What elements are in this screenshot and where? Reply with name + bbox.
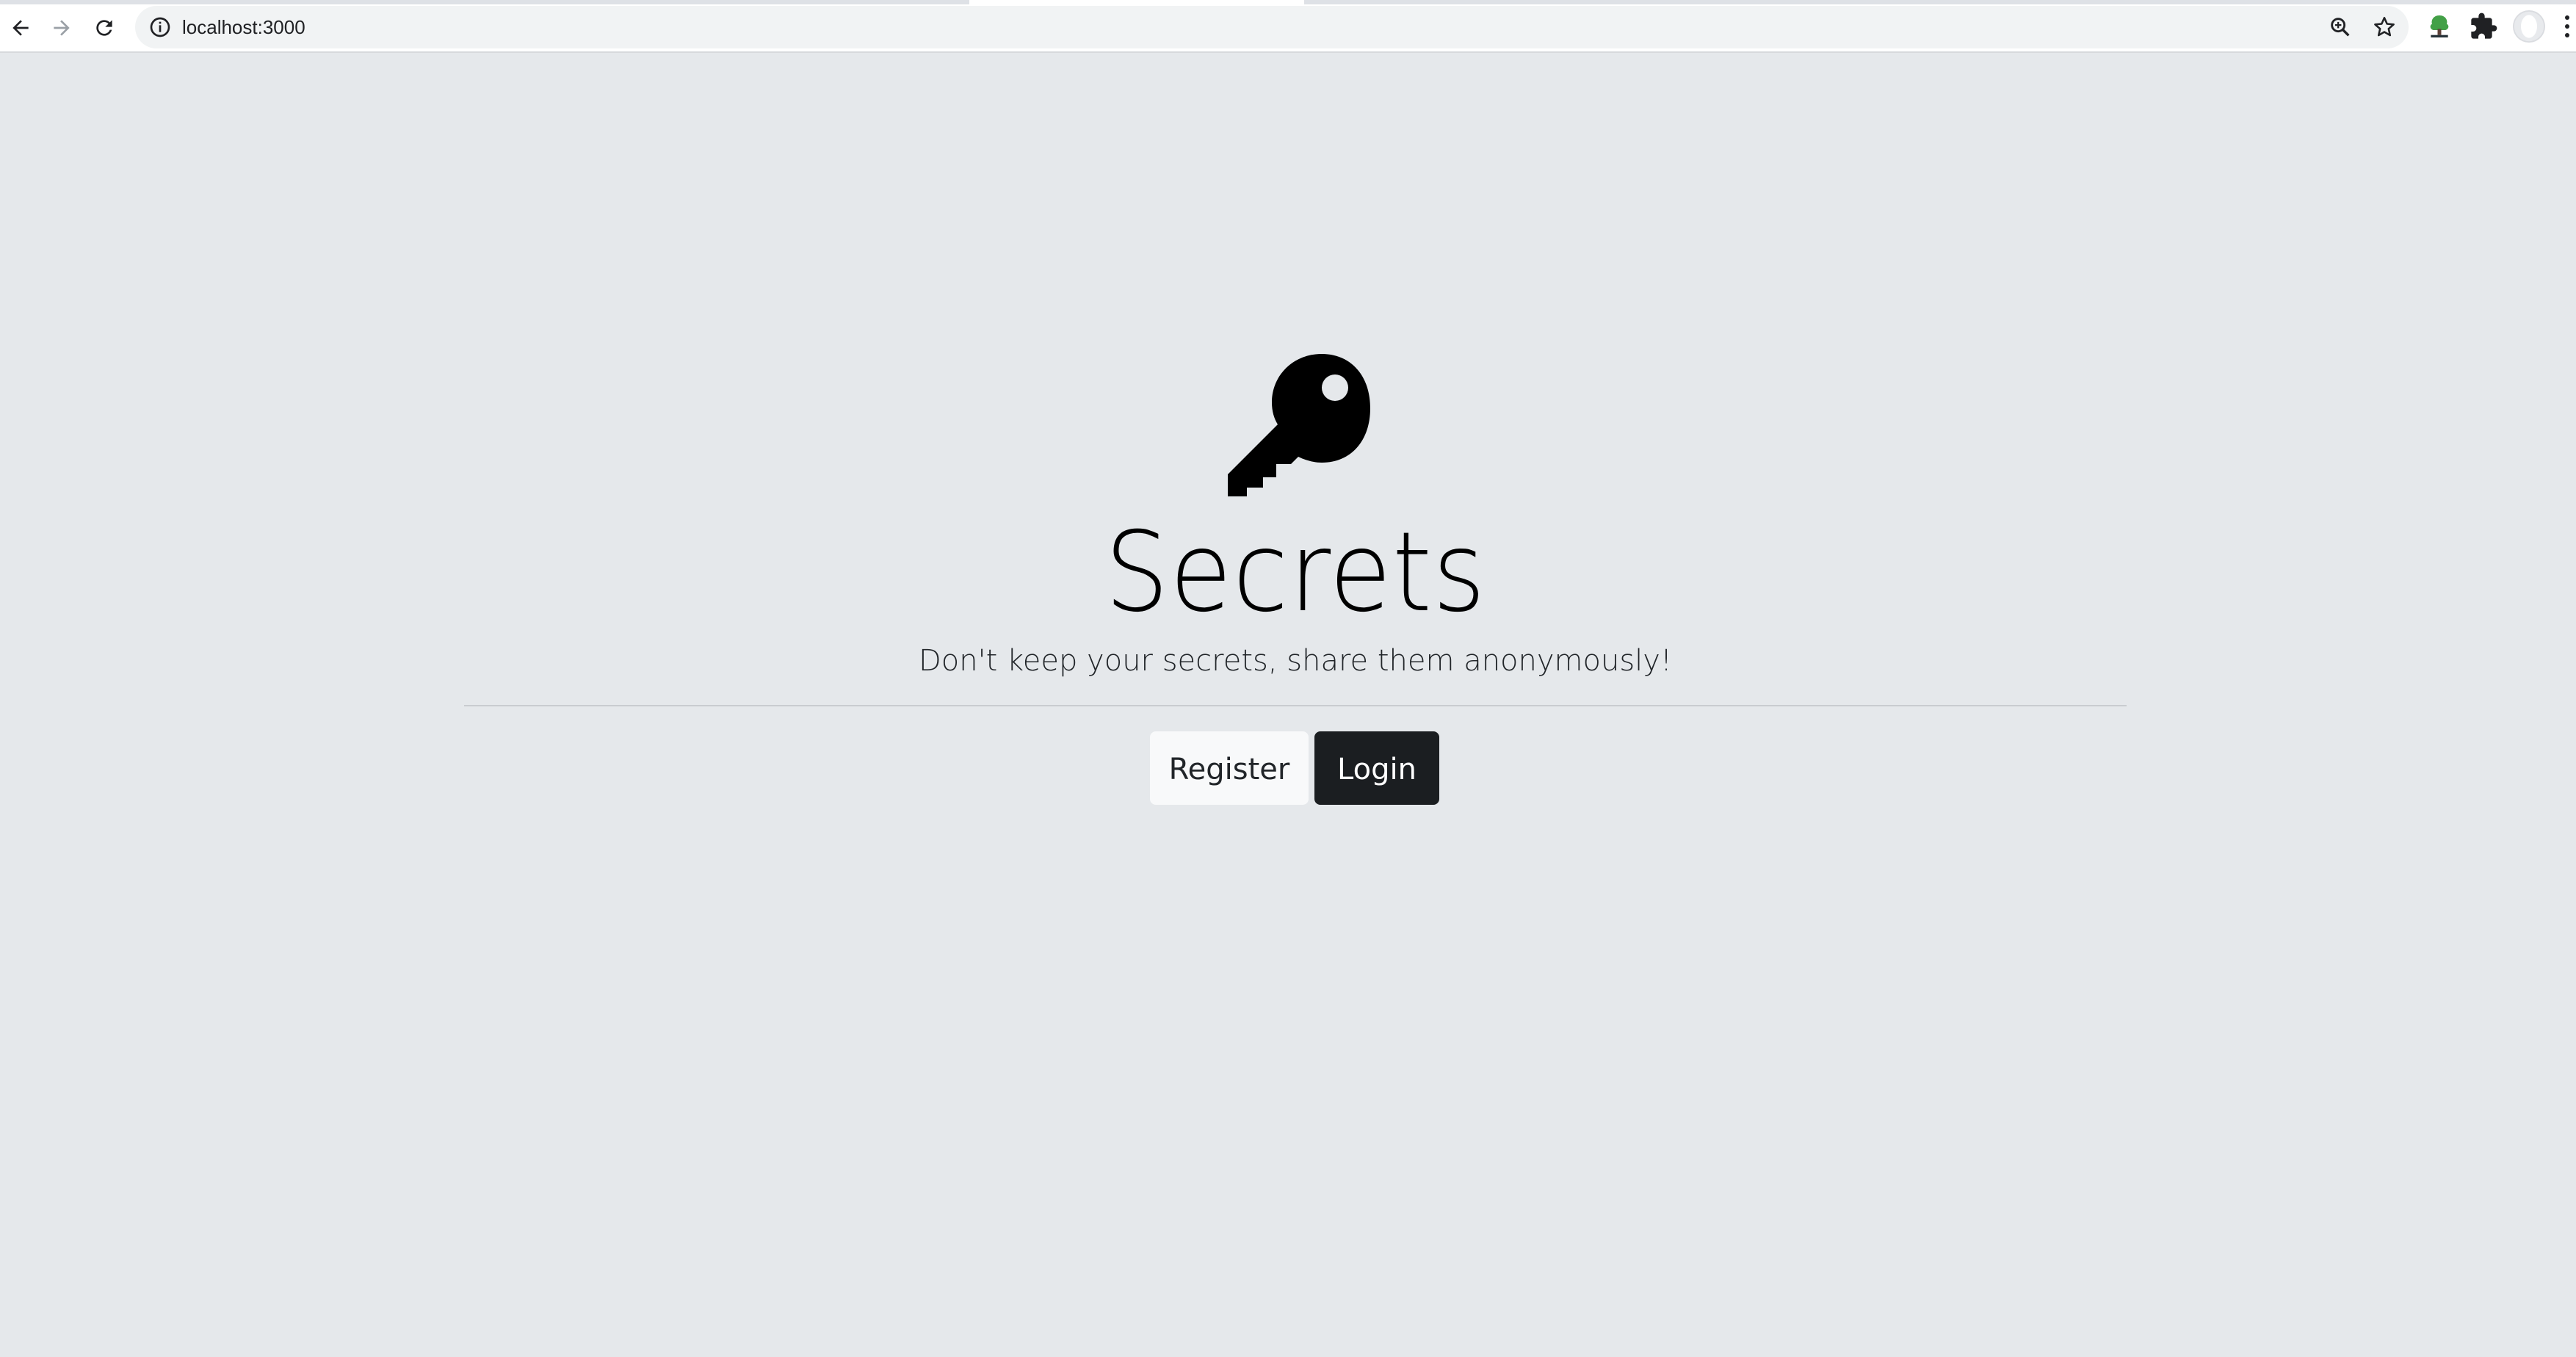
zoom-icon[interactable]: [2328, 15, 2353, 40]
page-content: Secrets Don't keep your secrets, share t…: [0, 53, 2576, 1357]
page-title: Secrets: [1104, 509, 1486, 637]
login-button[interactable]: Login: [1314, 731, 1439, 805]
register-button[interactable]: Register: [1150, 731, 1309, 805]
reload-button[interactable]: [85, 9, 123, 47]
address-bar[interactable]: localhost:3000: [135, 6, 2409, 48]
tab-strip: [0, 0, 2576, 4]
lead-text: Don't keep your secrets, share them anon…: [918, 644, 1673, 678]
key-icon: [1228, 354, 1370, 496]
reload-icon: [96, 20, 112, 36]
info-icon[interactable]: [148, 15, 172, 39]
star-icon[interactable]: [2372, 15, 2397, 40]
arrow-right-icon: [54, 20, 70, 36]
forward-button[interactable]: [43, 9, 81, 47]
profile-avatar-icon[interactable]: [2513, 10, 2545, 43]
extension-tree-icon[interactable]: [2425, 12, 2454, 41]
divider: [464, 705, 2127, 706]
active-tab[interactable]: [969, 0, 1304, 4]
url-text[interactable]: localhost:3000: [182, 6, 305, 48]
back-button[interactable]: [1, 9, 40, 47]
puzzle-icon[interactable]: [2469, 12, 2498, 41]
browser-toolbar: localhost:3000: [0, 0, 2576, 53]
arrow-left-icon: [12, 20, 29, 36]
more-vert-icon[interactable]: [2561, 13, 2573, 40]
